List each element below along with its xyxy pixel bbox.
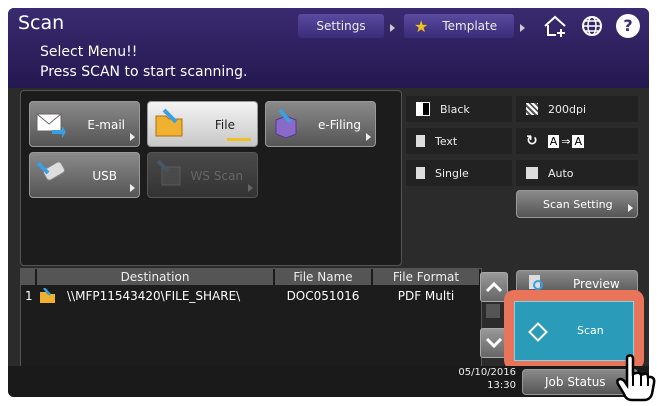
agent-panel: E-mail File e-Filing USB WS Scan [20,90,402,266]
efiling-icon [272,108,302,143]
text-doc-icon [416,135,425,147]
template-label: Template [442,19,498,33]
template-button[interactable]: ★ Template [404,14,514,38]
destination-table: Destination File Name File Format 1 \\MF… [20,268,482,368]
resolution-label: 200dpi [548,102,587,116]
home-add-icon[interactable] [542,13,568,39]
ws-scan-arrow-icon [248,184,253,192]
table-header-format: File Format [373,269,479,285]
status-bar: 05/10/2016 13:30 Job Status [8,366,649,397]
usb-button[interactable]: USB [29,152,140,198]
row-number: 1 [25,289,33,303]
ws-scan-button: WS Scan [147,152,258,198]
date-display: 05/10/2016 [458,367,516,378]
email-label: E-mail [87,118,125,132]
usb-arrow-icon [130,184,135,192]
a-to-a-icon: A [547,134,560,148]
duplex-label: Single [435,166,469,180]
resolution-icon [526,103,538,115]
scan-setting-button[interactable]: Scan Setting [516,190,638,218]
message-line-1: Select Menu!! [40,44,138,60]
row-filename: DOC051016 [286,289,360,303]
message-line-2: Press SCAN to start scanning. [40,64,248,80]
rotation-setting[interactable]: ↻ A ⇒ A [516,128,638,154]
scan-label: Scan [577,324,604,337]
file-label: File [214,118,235,132]
preview-label: Preview [573,277,620,291]
efiling-arrow-icon [366,133,371,141]
size-setting[interactable]: Auto [516,160,638,186]
row-format: PDF Multi [397,289,455,303]
convert-arrow-icon: ⇒ [561,134,571,148]
star-icon: ★ [414,16,429,36]
globe-icon[interactable] [580,14,604,38]
original-mode-setting[interactable]: Text [406,128,512,154]
email-arrow-icon [130,133,135,141]
folder-icon [154,108,188,143]
color-mode-label: Black [440,102,470,116]
template-arrow-icon [520,24,525,32]
time-display: 13:30 [487,380,516,391]
scan-diamond-icon [528,322,548,342]
table-header-filename: File Name [275,269,371,285]
usb-icon [36,159,68,192]
file-button[interactable]: File [147,101,258,147]
ws-scan-icon [154,159,184,192]
email-icon [36,110,66,141]
scan-screen: Scan Settings ★ Template ? Select Menu!!… [8,8,649,397]
hand-pointer-icon [614,352,656,402]
usb-label: USB [92,169,117,183]
file-selected-underline [227,138,251,141]
scroll-indicator [486,304,500,318]
header-bar: Scan Settings ★ Template ? Select Menu!!… [8,8,649,88]
black-color-icon [416,102,430,116]
resolution-setting[interactable]: 200dpi [516,96,638,122]
scan-setting-arrow-icon [628,204,633,212]
rotate-icon: ↻ [526,133,538,149]
job-status-label: Job Status [545,375,606,389]
scan-setting-label: Scan Setting [543,198,613,211]
page-title: Scan [18,12,65,34]
single-side-icon [416,167,425,179]
chevron-up-icon [485,281,503,293]
email-button[interactable]: E-mail [29,101,140,147]
original-mode-label: Text [435,134,458,148]
settings-arrow-icon [390,24,395,32]
a-rotated-icon: A [572,134,585,148]
settings-button[interactable]: Settings [298,14,384,38]
row-destination: \\MFP11543420\FILE_SHARE\ [67,289,241,303]
size-label: Auto [548,166,574,180]
help-icon[interactable]: ? [616,14,640,38]
ws-scan-label: WS Scan [190,169,243,183]
table-header-number [21,269,35,285]
table-header-destination: Destination [37,269,273,285]
color-mode-setting[interactable]: Black [406,96,512,122]
efiling-button[interactable]: e-Filing [265,101,376,147]
size-icon [526,167,538,179]
efiling-label: e-Filing [318,118,361,132]
folder-icon [39,287,57,308]
settings-label: Settings [316,19,366,33]
duplex-setting[interactable]: Single [406,160,512,186]
